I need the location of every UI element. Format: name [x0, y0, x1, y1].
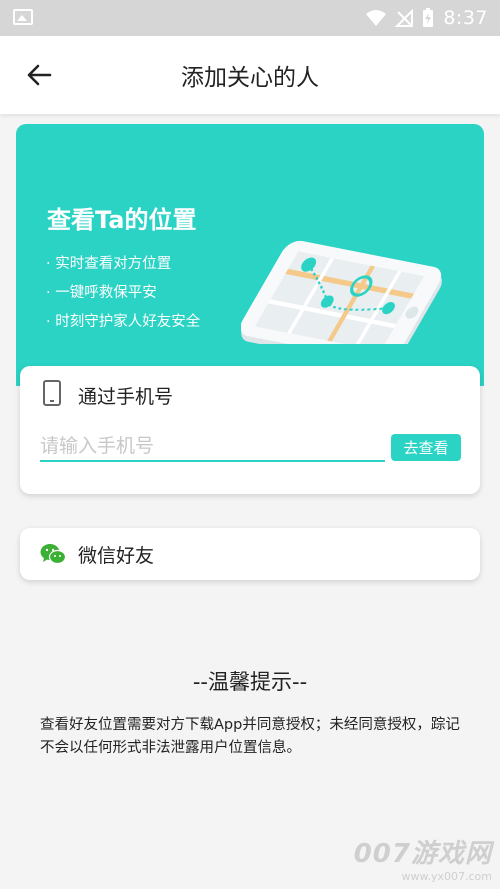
no-signal-icon — [395, 9, 414, 27]
view-location-button[interactable]: 去查看 — [391, 434, 461, 461]
phone-map-illustration — [241, 240, 442, 344]
mobile-phone-icon — [43, 380, 61, 406]
wechat-card-title: 微信好友 — [78, 545, 155, 567]
phone-number-input[interactable] — [40, 432, 385, 462]
app-bar: 添加关心的人 — [0, 36, 500, 114]
status-bar: 8:37 — [0, 0, 500, 36]
banner-feature: · 时刻守护家人好友安全 — [46, 314, 201, 330]
banner-headline: 查看Ta的位置 — [47, 206, 197, 234]
banner-feature: · 实时查看对方位置 — [46, 256, 172, 272]
page-title: 添加关心的人 — [181, 65, 319, 91]
site-watermark: 007游戏网 www.yx007.com — [354, 833, 492, 883]
watermark-title: 007游戏网 — [353, 839, 492, 869]
tips-text: 查看好友位置需要对方下载App并同意授权；未经同意授权，踪记不会以任何形式非法泄… — [40, 717, 460, 756]
tips-title: --温馨提示-- — [192, 670, 308, 694]
status-time: 8:37 — [443, 7, 488, 29]
phone-card-title: 通过手机号 — [78, 386, 174, 408]
status-icons: 8:37 — [366, 6, 488, 30]
wechat-friends-card[interactable]: 微信好友 — [20, 528, 480, 580]
image-notification-icon — [13, 9, 33, 25]
location-banner: 查看Ta的位置 · 实时查看对方位置 · 一键呼救保平安 · 时刻守护家人好友安… — [16, 124, 484, 386]
watermark-url: www.yx007.com — [401, 870, 492, 883]
phone-number-card: 通过手机号 去查看 — [20, 366, 480, 494]
battery-charging-icon — [423, 8, 434, 27]
banner-feature: · 一键呼救保平安 — [46, 285, 157, 301]
wechat-icon — [40, 544, 66, 565]
wifi-icon — [366, 10, 387, 26]
